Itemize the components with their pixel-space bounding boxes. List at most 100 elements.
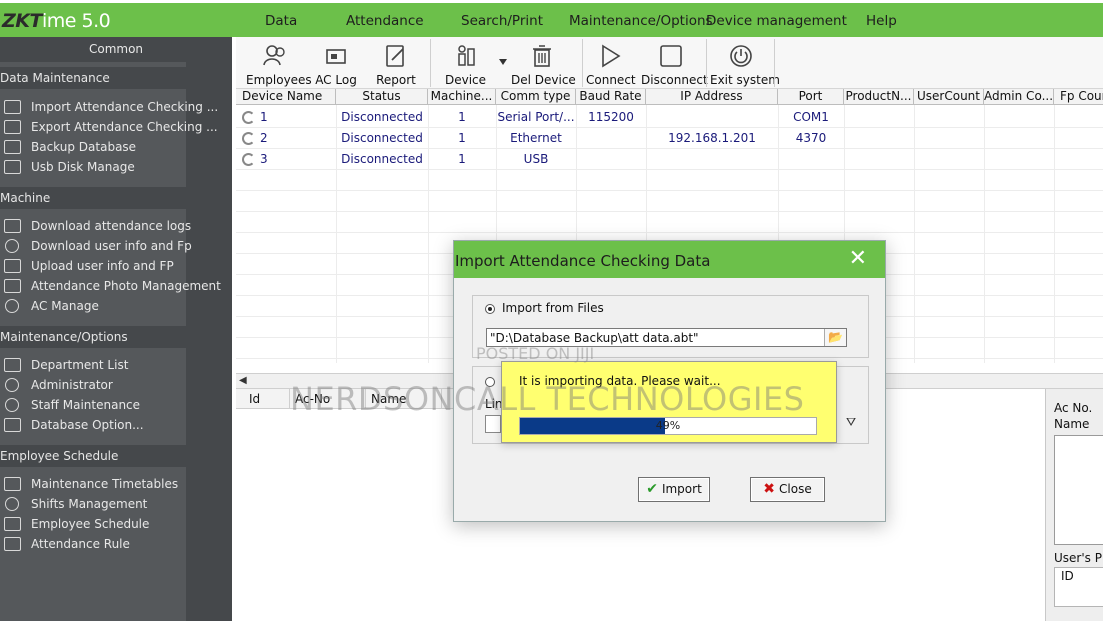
sidebar-common-label: Common (88, 42, 144, 56)
del-device-button[interactable]: Del Device (511, 37, 576, 89)
cell-device-name: 1 (260, 110, 268, 124)
menu-search-print[interactable]: Search/Print (461, 13, 543, 29)
sidebar-item-label: Usb Disk Manage (31, 160, 135, 174)
ac-log-button[interactable]: AC Log (311, 37, 361, 89)
trash-icon (533, 45, 551, 67)
sync-icon (242, 111, 255, 124)
menu-maintenance-options[interactable]: Maintenance/Options (569, 13, 713, 29)
scroll-left-icon[interactable]: ◀ (239, 375, 247, 386)
sidebar-section-employee-schedule[interactable]: Employee Schedule (0, 445, 232, 467)
sidebar-item-database-option[interactable]: Database Option... (0, 415, 186, 435)
report-label: Report (376, 73, 416, 87)
user-list-box[interactable] (1054, 435, 1103, 545)
staff-icon (5, 398, 19, 412)
folder-open-icon[interactable]: 📂 (824, 329, 846, 346)
table-row[interactable]: 3 Disconnected 1 USB (236, 149, 1103, 170)
device-dropdown[interactable] (496, 37, 510, 89)
import-from-files-radio[interactable] (485, 304, 495, 314)
browse-icon[interactable]: ⛛ (841, 415, 861, 433)
cell-machine: 1 (458, 110, 466, 124)
exit-system-label: Exit system (710, 73, 780, 87)
sidebar-item-backup-database[interactable]: Backup Database (0, 137, 186, 157)
cell-status: Disconnected (341, 110, 423, 124)
sidebar-item-department-list[interactable]: Department List (0, 355, 186, 375)
cell-device-name: 3 (260, 152, 268, 166)
sidebar-item-timetables[interactable]: Maintenance Timetables (0, 474, 186, 494)
sidebar-common-header[interactable]: Common (0, 37, 232, 62)
disconnect-button[interactable]: Disconnect (641, 37, 708, 89)
sidebar-item-label: Export Attendance Checking ... (31, 120, 218, 134)
sidebar-item-label: Maintenance Timetables (31, 477, 179, 491)
menu-data[interactable]: Data (265, 13, 297, 29)
sidebar-item-download-logs[interactable]: Download attendance logs (0, 216, 191, 236)
sidebar-item-employee-schedule[interactable]: Employee Schedule (0, 514, 186, 534)
col-device-name[interactable]: Device Name (236, 89, 336, 105)
cell-machine: 1 (458, 131, 466, 145)
close-icon[interactable]: ✕ (849, 248, 867, 270)
upload-icon (4, 259, 21, 273)
photo-table[interactable]: ID (1054, 567, 1103, 607)
col-user-count[interactable]: UserCount (914, 89, 984, 105)
col-port[interactable]: Port (778, 89, 844, 105)
col-fp-count[interactable]: Fp Count (1054, 89, 1103, 105)
watermark-brand: NERDSONCALL TECHNOLOGIES (290, 380, 805, 418)
sidebar-item-export-attendance[interactable]: Export Attendance Checking ... (0, 117, 218, 137)
sidebar-item-photo-management[interactable]: Attendance Photo Management (0, 276, 221, 296)
progress-bar: 49% (519, 417, 817, 435)
stop-icon (660, 45, 682, 67)
app-title-version: ime 5.0 (41, 10, 111, 32)
cell-port (778, 149, 844, 170)
col-baud-rate[interactable]: Baud Rate (576, 89, 646, 105)
sidebar-item-shifts[interactable]: Shifts Management (0, 494, 186, 514)
chevron-down-icon (499, 59, 507, 65)
sidebar-item-staff-maintenance[interactable]: Staff Maintenance (0, 395, 186, 415)
col-ip-address[interactable]: IP Address (646, 89, 778, 105)
col-id[interactable]: Id (244, 389, 290, 409)
employees-button[interactable]: Employees (246, 37, 312, 89)
col-status[interactable]: Status (336, 89, 428, 105)
toolbar-separator (430, 39, 431, 87)
sidebar-item-import-attendance[interactable]: Import Attendance Checking ... (0, 97, 218, 117)
sidebar-item-upload-user[interactable]: Upload user info and FP (0, 256, 186, 276)
col-comm-type[interactable]: Comm type (496, 89, 576, 105)
sidebar-item-attendance-rule[interactable]: Attendance Rule (0, 534, 186, 554)
close-button[interactable]: ✖ Close (750, 477, 825, 502)
sidebar-item-administrator[interactable]: Administrator (0, 375, 186, 395)
menu-help[interactable]: Help (866, 13, 897, 29)
toolbar: Employees AC Log Report Device Del Devic… (236, 37, 1103, 89)
database-option-icon (4, 418, 21, 432)
table-row[interactable]: 1 Disconnected 1 Serial Port/... 115200 … (236, 107, 1103, 128)
device-button[interactable]: Device (438, 37, 493, 89)
sidebar-section-data-maintenance[interactable]: Data Maintenance (0, 67, 232, 89)
employees-label: Employees (246, 73, 312, 87)
name-label: Name (1054, 417, 1090, 431)
sidebar-item-label: Employee Schedule (31, 517, 150, 531)
sidebar-item-ac-manage[interactable]: AC Manage (0, 296, 186, 316)
toolbar-separator (582, 39, 583, 87)
sidebar-section-maintenance-options[interactable]: Maintenance/Options (0, 326, 232, 348)
table-row[interactable]: 2 Disconnected 1 Ethernet 192.168.1.201 … (236, 128, 1103, 149)
cell-comm-type: Ethernet (510, 131, 562, 145)
sidebar-item-usb-disk[interactable]: Usb Disk Manage (0, 157, 186, 177)
exit-system-button[interactable]: Exit system (710, 37, 780, 89)
sync-icon (242, 153, 255, 166)
connect-button[interactable]: Connect (586, 37, 636, 89)
col-machine[interactable]: Machine... (428, 89, 496, 105)
sidebar: Common Data Maintenance Import Attendanc… (0, 37, 232, 621)
menu-device-management[interactable]: Device management (706, 13, 847, 29)
sidebar-item-label: Download attendance logs (31, 219, 192, 233)
col-product[interactable]: ProductN... (844, 89, 914, 105)
sidebar-item-label: AC Manage (31, 299, 99, 313)
calendar-icon (4, 517, 21, 531)
sidebar-section-machine[interactable]: Machine (0, 187, 232, 209)
report-button[interactable]: Report (371, 37, 421, 89)
users-photo-label: User's Pho (1054, 551, 1103, 565)
menu-attendance[interactable]: Attendance (346, 13, 424, 29)
ac-no-label: Ac No. (1054, 401, 1093, 415)
import-button[interactable]: ✔ Import (638, 477, 710, 502)
sidebar-item-download-user[interactable]: Download user info and Fp (0, 236, 192, 256)
top-menu-bar: ZKTime 5.0 Data Attendance Search/Print … (0, 0, 1103, 37)
dialog-title-bar[interactable]: Import Attendance Checking Data ✕ (454, 241, 885, 278)
ac-log-icon (326, 49, 346, 64)
col-admin-count[interactable]: Admin Co... (984, 89, 1054, 105)
